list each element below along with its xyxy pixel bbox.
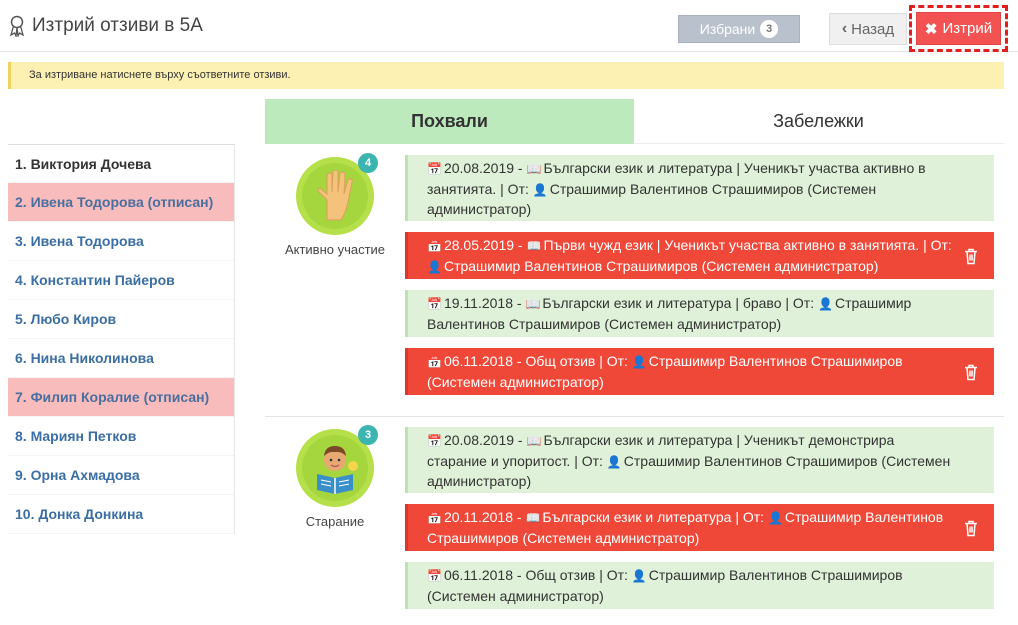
category-label: Активно участие [284, 242, 386, 257]
delete-label: Изтрий [942, 20, 993, 37]
delete-button-highlight: ✖ Изтрий [909, 5, 1008, 52]
book-icon: 📖 [526, 434, 542, 448]
user-icon: 👤 [631, 569, 647, 583]
book-icon: 📖 [525, 297, 541, 311]
book-icon: 📖 [526, 239, 542, 253]
calendar-icon: 📅 [427, 355, 442, 369]
student-item[interactable]: 1. Виктория Дочева [8, 144, 234, 183]
tab-praises[interactable]: Похвали [265, 99, 634, 144]
trash-icon[interactable] [964, 363, 978, 380]
info-message: За изтриване натиснете върху съответните… [8, 62, 1004, 89]
feedback-item-selected[interactable]: 📅 20.11.2018 - 📖 Български език и литерату… [405, 504, 994, 551]
calendar-icon: 📅 [427, 511, 442, 525]
category-diligence: 3 Старание [270, 425, 400, 529]
calendar-icon: 📅 [427, 297, 442, 311]
student-item[interactable]: 6. Нина Николинова [8, 339, 234, 378]
user-icon: 👤 [427, 259, 442, 274]
user-icon: 👤 [767, 511, 783, 525]
calendar-icon: 📅 [427, 434, 442, 448]
user-icon: 👤 [631, 355, 647, 369]
title-wrap: Изтрий отзиви в 5А [8, 14, 203, 38]
award-icon [9, 15, 25, 37]
calendar-icon: 📅 [427, 569, 442, 583]
feedback-item-selected[interactable]: 📅 06.11.2018 - Общ отзив | От: 👤 Страшимир… [405, 348, 994, 395]
student-item[interactable]: 4. Константин Пайеров [8, 261, 234, 300]
student-item[interactable]: 9. Орна Ахмадова [8, 456, 234, 495]
category-divider [265, 416, 1004, 417]
book-icon: 📖 [526, 162, 542, 176]
category-label: Старание [305, 514, 365, 529]
category-count-badge: 4 [358, 153, 378, 173]
student-item[interactable]: 3. Ивена Тодорова [8, 222, 234, 261]
feedback-item[interactable]: 📅 20.08.2019 - 📖 Български език и литерату… [405, 427, 994, 493]
selected-count-badge: 3 [760, 20, 779, 38]
calendar-icon: 📅 [427, 239, 442, 253]
student-item[interactable]: 10. Донка Донкина [8, 495, 234, 534]
category-count-badge: 3 [358, 425, 378, 445]
category-active-participation: 4 Активно участие [270, 153, 400, 257]
feedback-item-selected[interactable]: 📅 28.05.2019 - 📖 Първи чужд език | Ученикъ… [405, 232, 994, 279]
user-icon: 👤 [532, 182, 548, 197]
feedback-item[interactable]: 📅 19.11.2018 - 📖 Български език и литерату… [405, 290, 994, 337]
category-badge: 4 [296, 153, 378, 235]
raised-hand-icon [302, 163, 368, 229]
user-icon: 👤 [606, 454, 622, 469]
student-item[interactable]: 5. Любо Киров [8, 300, 234, 339]
book-icon: 📖 [525, 511, 541, 525]
student-item[interactable]: 7. Филип Коралие (отписан) [8, 378, 234, 417]
selected-label: Избрани [699, 21, 756, 37]
category-badge: 3 [296, 425, 378, 507]
feedback-item[interactable]: 📅 06.11.2018 - Общ отзив | От: 👤 Страшимир… [405, 562, 994, 609]
back-label: Назад [851, 20, 895, 38]
student-item[interactable]: 2. Ивена Тодорова (отписан) [8, 183, 234, 222]
student-list: 1. Виктория Дочева 2. Ивена Тодорова (от… [8, 144, 235, 534]
back-button[interactable]: ‹ Назад [829, 13, 907, 45]
close-icon: ✖ [924, 20, 938, 38]
page-header: Изтрий отзиви в 5А Избрани 3 ‹ Назад ✖ И… [0, 0, 1018, 52]
delete-button[interactable]: ✖ Изтрий [916, 12, 1001, 45]
trash-icon[interactable] [964, 519, 978, 536]
feedback-tabs: Похвали Забележки [265, 99, 1004, 144]
tab-remarks[interactable]: Забележки [634, 99, 1003, 144]
user-icon: 👤 [818, 297, 833, 311]
selected-button[interactable]: Избрани 3 [678, 15, 800, 43]
chevron-left-icon: ‹ [841, 20, 848, 37]
trash-icon[interactable] [964, 247, 978, 264]
reading-student-icon [302, 435, 368, 501]
page-title: Изтрий отзиви в 5А [32, 15, 203, 36]
student-item[interactable]: 8. Мариян Петков [8, 417, 234, 456]
feedback-item[interactable]: 📅 20.08.2019 - 📖 Български език и литерату… [405, 155, 994, 221]
calendar-icon: 📅 [427, 162, 442, 176]
